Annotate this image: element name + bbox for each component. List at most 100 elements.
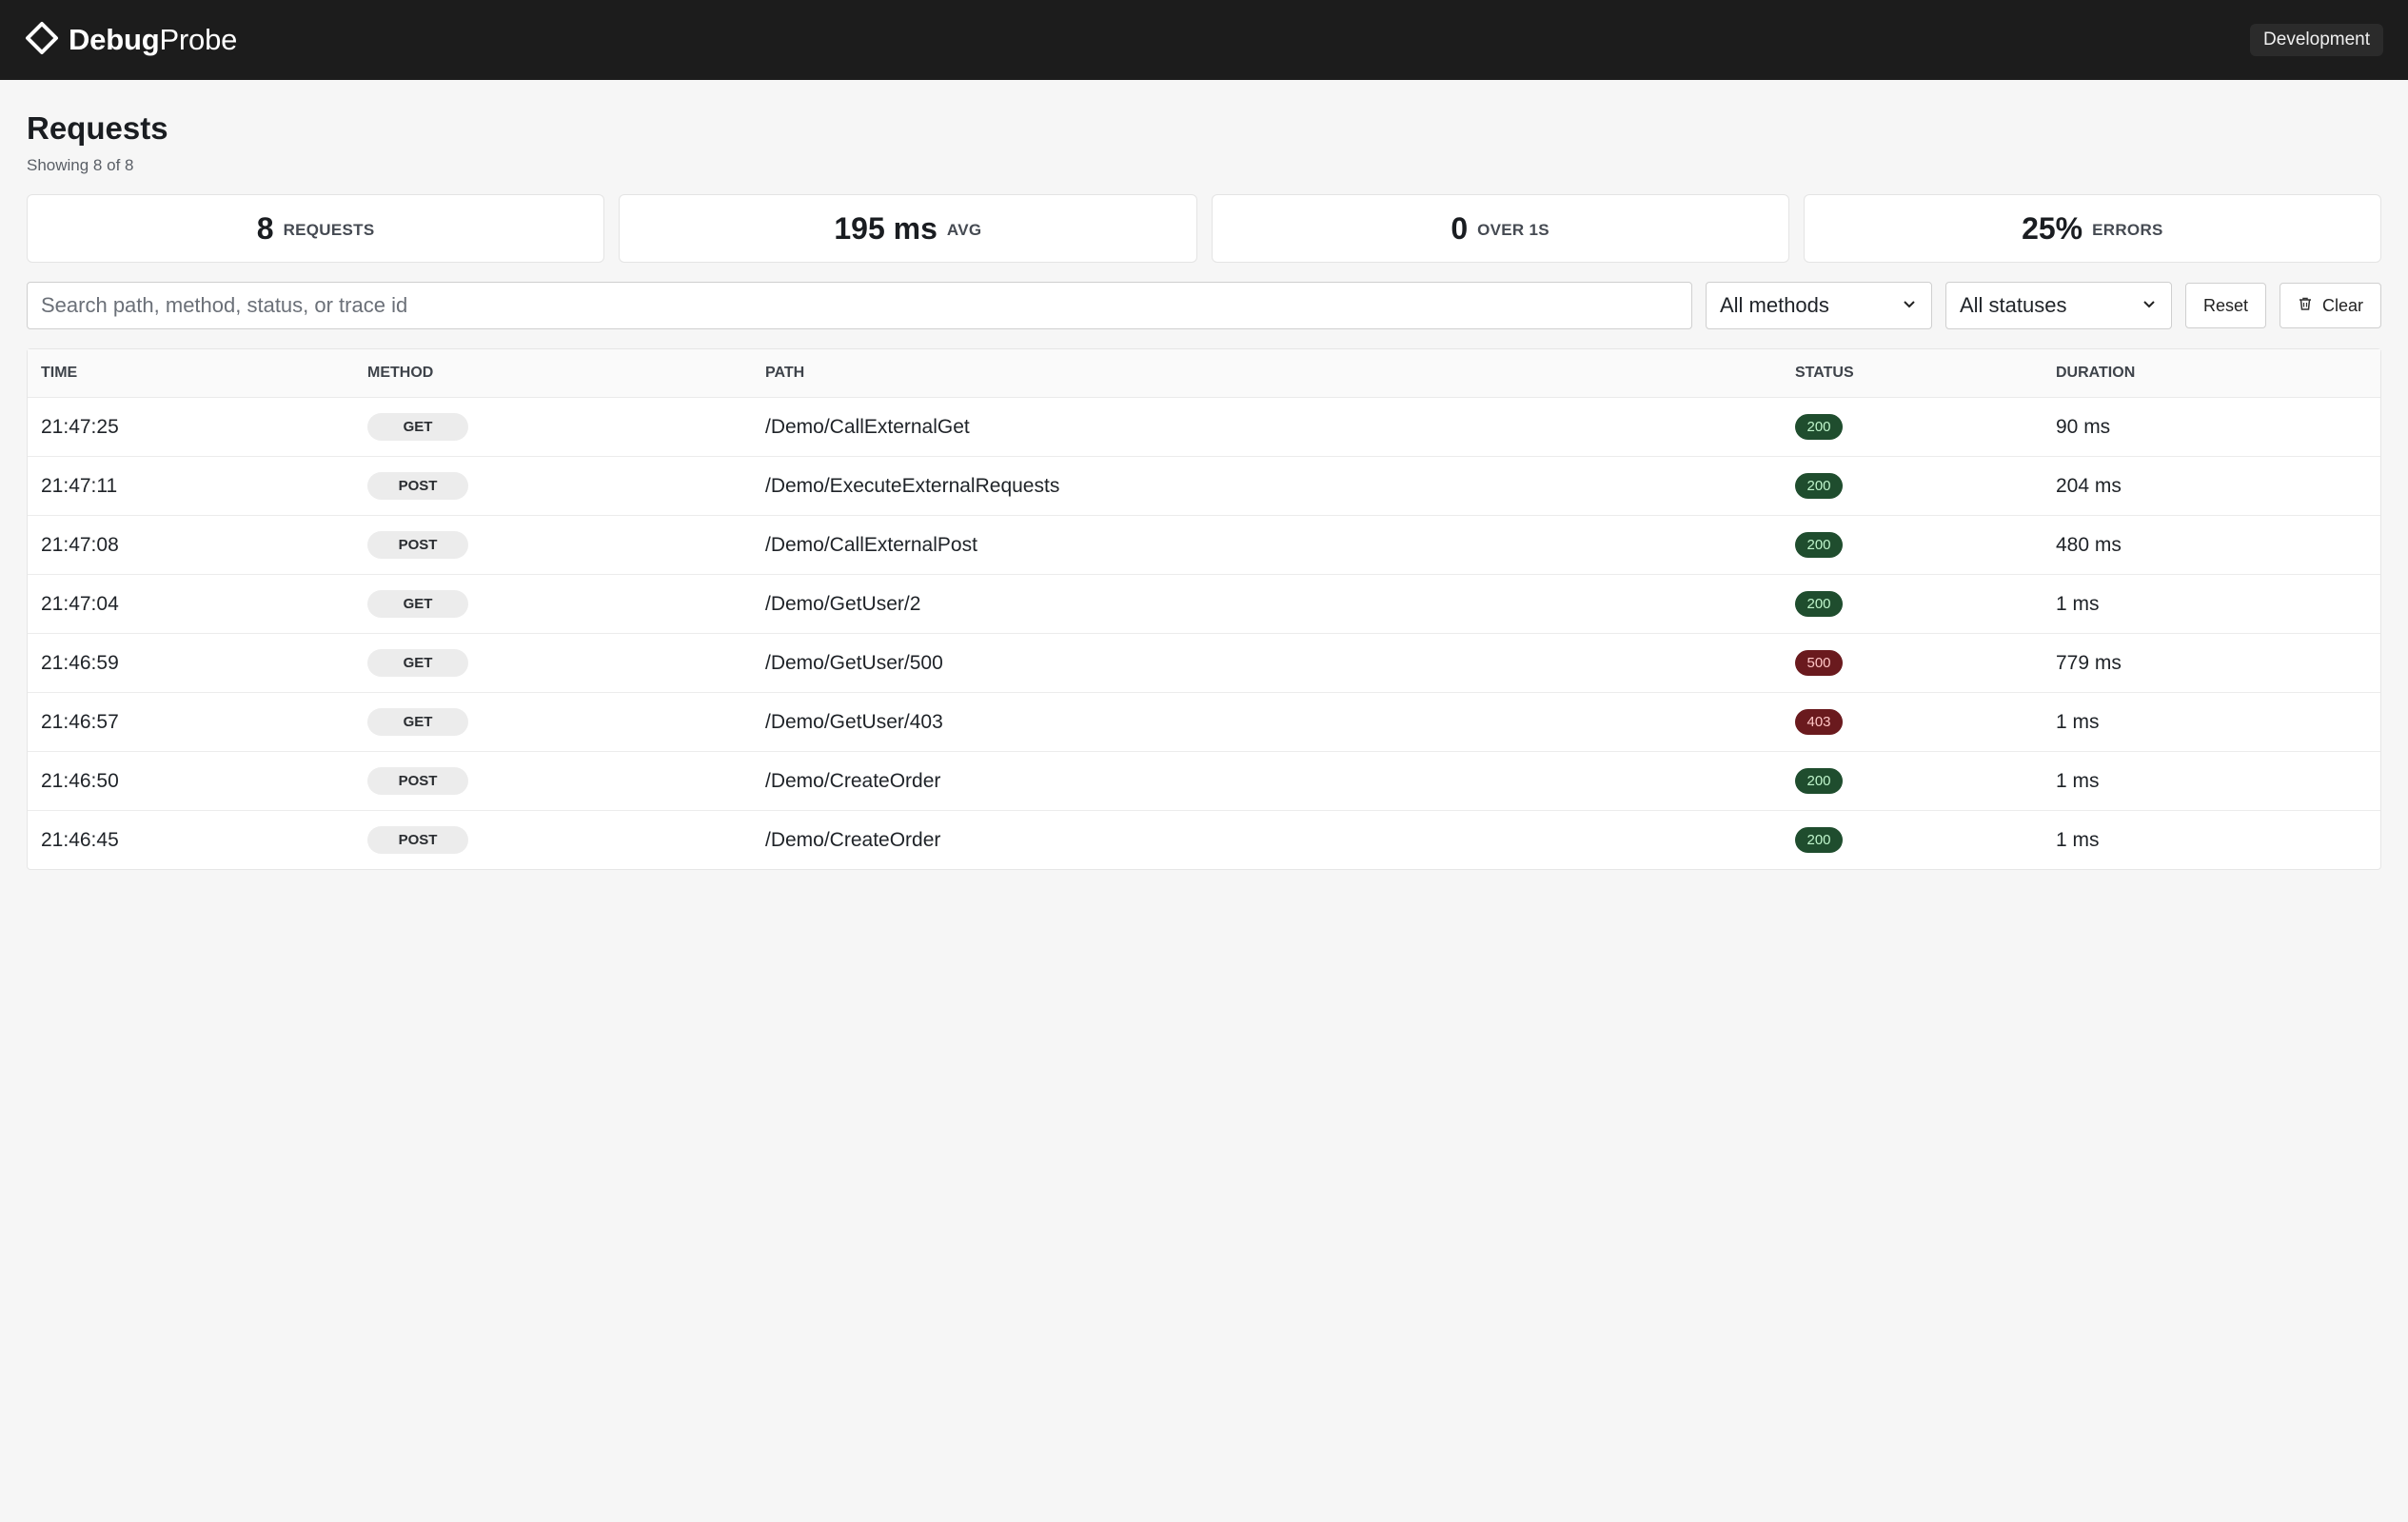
table-row[interactable]: 21:46:57 GET /Demo/GetUser/403 403 1 ms [28,692,2380,752]
request-path: /Demo/GetUser/403 [765,710,943,733]
stat-value: 195 ms [834,210,938,246]
column-header-path[interactable]: PATH [752,349,1782,398]
search-input[interactable] [27,282,1692,329]
brand-name-bold: Debug [69,23,160,56]
brand-logo[interactable]: DebugProbe [25,21,237,60]
table-row[interactable]: 21:47:04 GET /Demo/GetUser/2 200 1 ms [28,574,2380,634]
cell-duration: 1 ms [2043,751,2380,811]
cell-method: GET [354,633,752,693]
cell-time: 21:47:11 [28,456,354,516]
column-header-duration[interactable]: DURATION [2043,349,2380,398]
table-row[interactable]: 21:46:59 GET /Demo/GetUser/500 500 779 m… [28,633,2380,693]
cell-status: 200 [1782,751,2043,811]
request-time: 21:46:50 [41,769,119,792]
table-row[interactable]: 21:47:25 GET /Demo/CallExternalGet 200 9… [28,397,2380,457]
request-duration: 1 ms [2056,828,2100,851]
method-badge: GET [367,590,468,618]
request-path: /Demo/CreateOrder [765,769,941,792]
column-header-status[interactable]: STATUS [1782,349,2043,398]
stat-label: OVER 1S [1477,221,1549,239]
table-row[interactable]: 21:47:11 POST /Demo/ExecuteExternalReque… [28,456,2380,516]
status-badge: 500 [1795,650,1843,676]
status-badge: 200 [1795,591,1843,617]
status-filter-select[interactable]: All statuses [1944,282,2172,329]
cell-status: 200 [1782,397,2043,457]
method-badge: GET [367,649,468,677]
request-duration: 1 ms [2056,710,2100,733]
cell-method: POST [354,515,752,575]
request-time: 21:47:04 [41,592,119,615]
request-path: /Demo/CallExternalPost [765,533,977,556]
method-badge: POST [367,531,468,559]
clear-button[interactable]: Clear [2279,283,2381,328]
cell-path: /Demo/GetUser/2 [752,574,1782,634]
column-header-time[interactable]: TIME [28,349,354,398]
method-badge: POST [367,826,468,854]
cell-duration: 480 ms [2043,515,2380,575]
table-row[interactable]: 21:46:45 POST /Demo/CreateOrder 200 1 ms [28,811,2380,870]
cell-time: 21:46:57 [28,692,354,752]
main-content: Requests Showing 8 of 8 8 REQUESTS 195 m… [0,110,2408,870]
table-header-row: TIME METHOD PATH STATUS DURATION [28,349,2380,398]
method-badge: GET [367,708,468,736]
cell-method: GET [354,397,752,457]
table-row[interactable]: 21:46:50 POST /Demo/CreateOrder 200 1 ms [28,751,2380,811]
reset-button[interactable]: Reset [2184,283,2266,328]
cell-status: 403 [1782,692,2043,752]
status-badge: 200 [1795,768,1843,794]
request-path: /Demo/GetUser/500 [765,651,943,674]
request-duration: 1 ms [2056,769,2100,792]
request-time: 21:47:08 [41,533,119,556]
chevron-down-icon [1901,293,1918,318]
table-row[interactable]: 21:47:08 POST /Demo/CallExternalPost 200… [28,515,2380,575]
cell-path: /Demo/ExecuteExternalRequests [752,456,1782,516]
status-badge: 200 [1795,414,1843,440]
stat-value: 8 [256,210,274,246]
cell-method: POST [354,811,752,870]
stat-card-errors: 25% ERRORS [1803,194,2381,263]
cell-status: 200 [1782,456,2043,516]
stat-label: AVG [946,221,982,239]
cell-time: 21:46:59 [28,633,354,693]
cell-method: POST [354,456,752,516]
cell-time: 21:47:25 [28,397,354,457]
cell-status: 200 [1782,574,2043,634]
status-filter-value: All statuses [1959,293,2067,317]
cell-status: 200 [1782,515,2043,575]
request-time: 21:46:45 [41,828,119,851]
request-time: 21:47:25 [41,415,119,438]
status-badge: 403 [1795,709,1843,735]
cell-status: 200 [1782,811,2043,870]
method-filter-select[interactable]: All methods [1705,282,1932,329]
request-time: 21:46:57 [41,710,119,733]
status-badge: 200 [1795,827,1843,853]
status-badge: 200 [1795,473,1843,499]
cell-path: /Demo/GetUser/500 [752,633,1782,693]
request-duration: 1 ms [2056,592,2100,615]
clear-button-label: Clear [2321,295,2363,315]
stat-card-over-1s: 0 OVER 1S [1211,194,1789,263]
page-title: Requests [27,110,168,146]
diamond-chevron-icon [25,21,59,60]
cell-path: /Demo/CallExternalPost [752,515,1782,575]
request-path: /Demo/CallExternalGet [765,415,970,438]
cell-path: /Demo/CreateOrder [752,811,1782,870]
stat-label: REQUESTS [283,221,375,239]
environment-badge: Development [2250,24,2383,56]
brand-name-light: Probe [159,23,238,56]
request-path: /Demo/ExecuteExternalRequests [765,474,1060,497]
request-path: /Demo/GetUser/2 [765,592,921,615]
request-duration: 779 ms [2056,651,2122,674]
column-header-method[interactable]: METHOD [354,349,752,398]
top-navigation-bar: DebugProbe Development [0,0,2408,80]
cell-time: 21:47:08 [28,515,354,575]
cell-time: 21:47:04 [28,574,354,634]
cell-path: /Demo/CallExternalGet [752,397,1782,457]
cell-time: 21:46:50 [28,751,354,811]
request-time: 21:47:11 [41,474,118,497]
cell-method: POST [354,751,752,811]
trash-icon [2298,296,2313,316]
method-badge: GET [367,413,468,441]
cell-duration: 90 ms [2043,397,2380,457]
request-duration: 204 ms [2056,474,2122,497]
